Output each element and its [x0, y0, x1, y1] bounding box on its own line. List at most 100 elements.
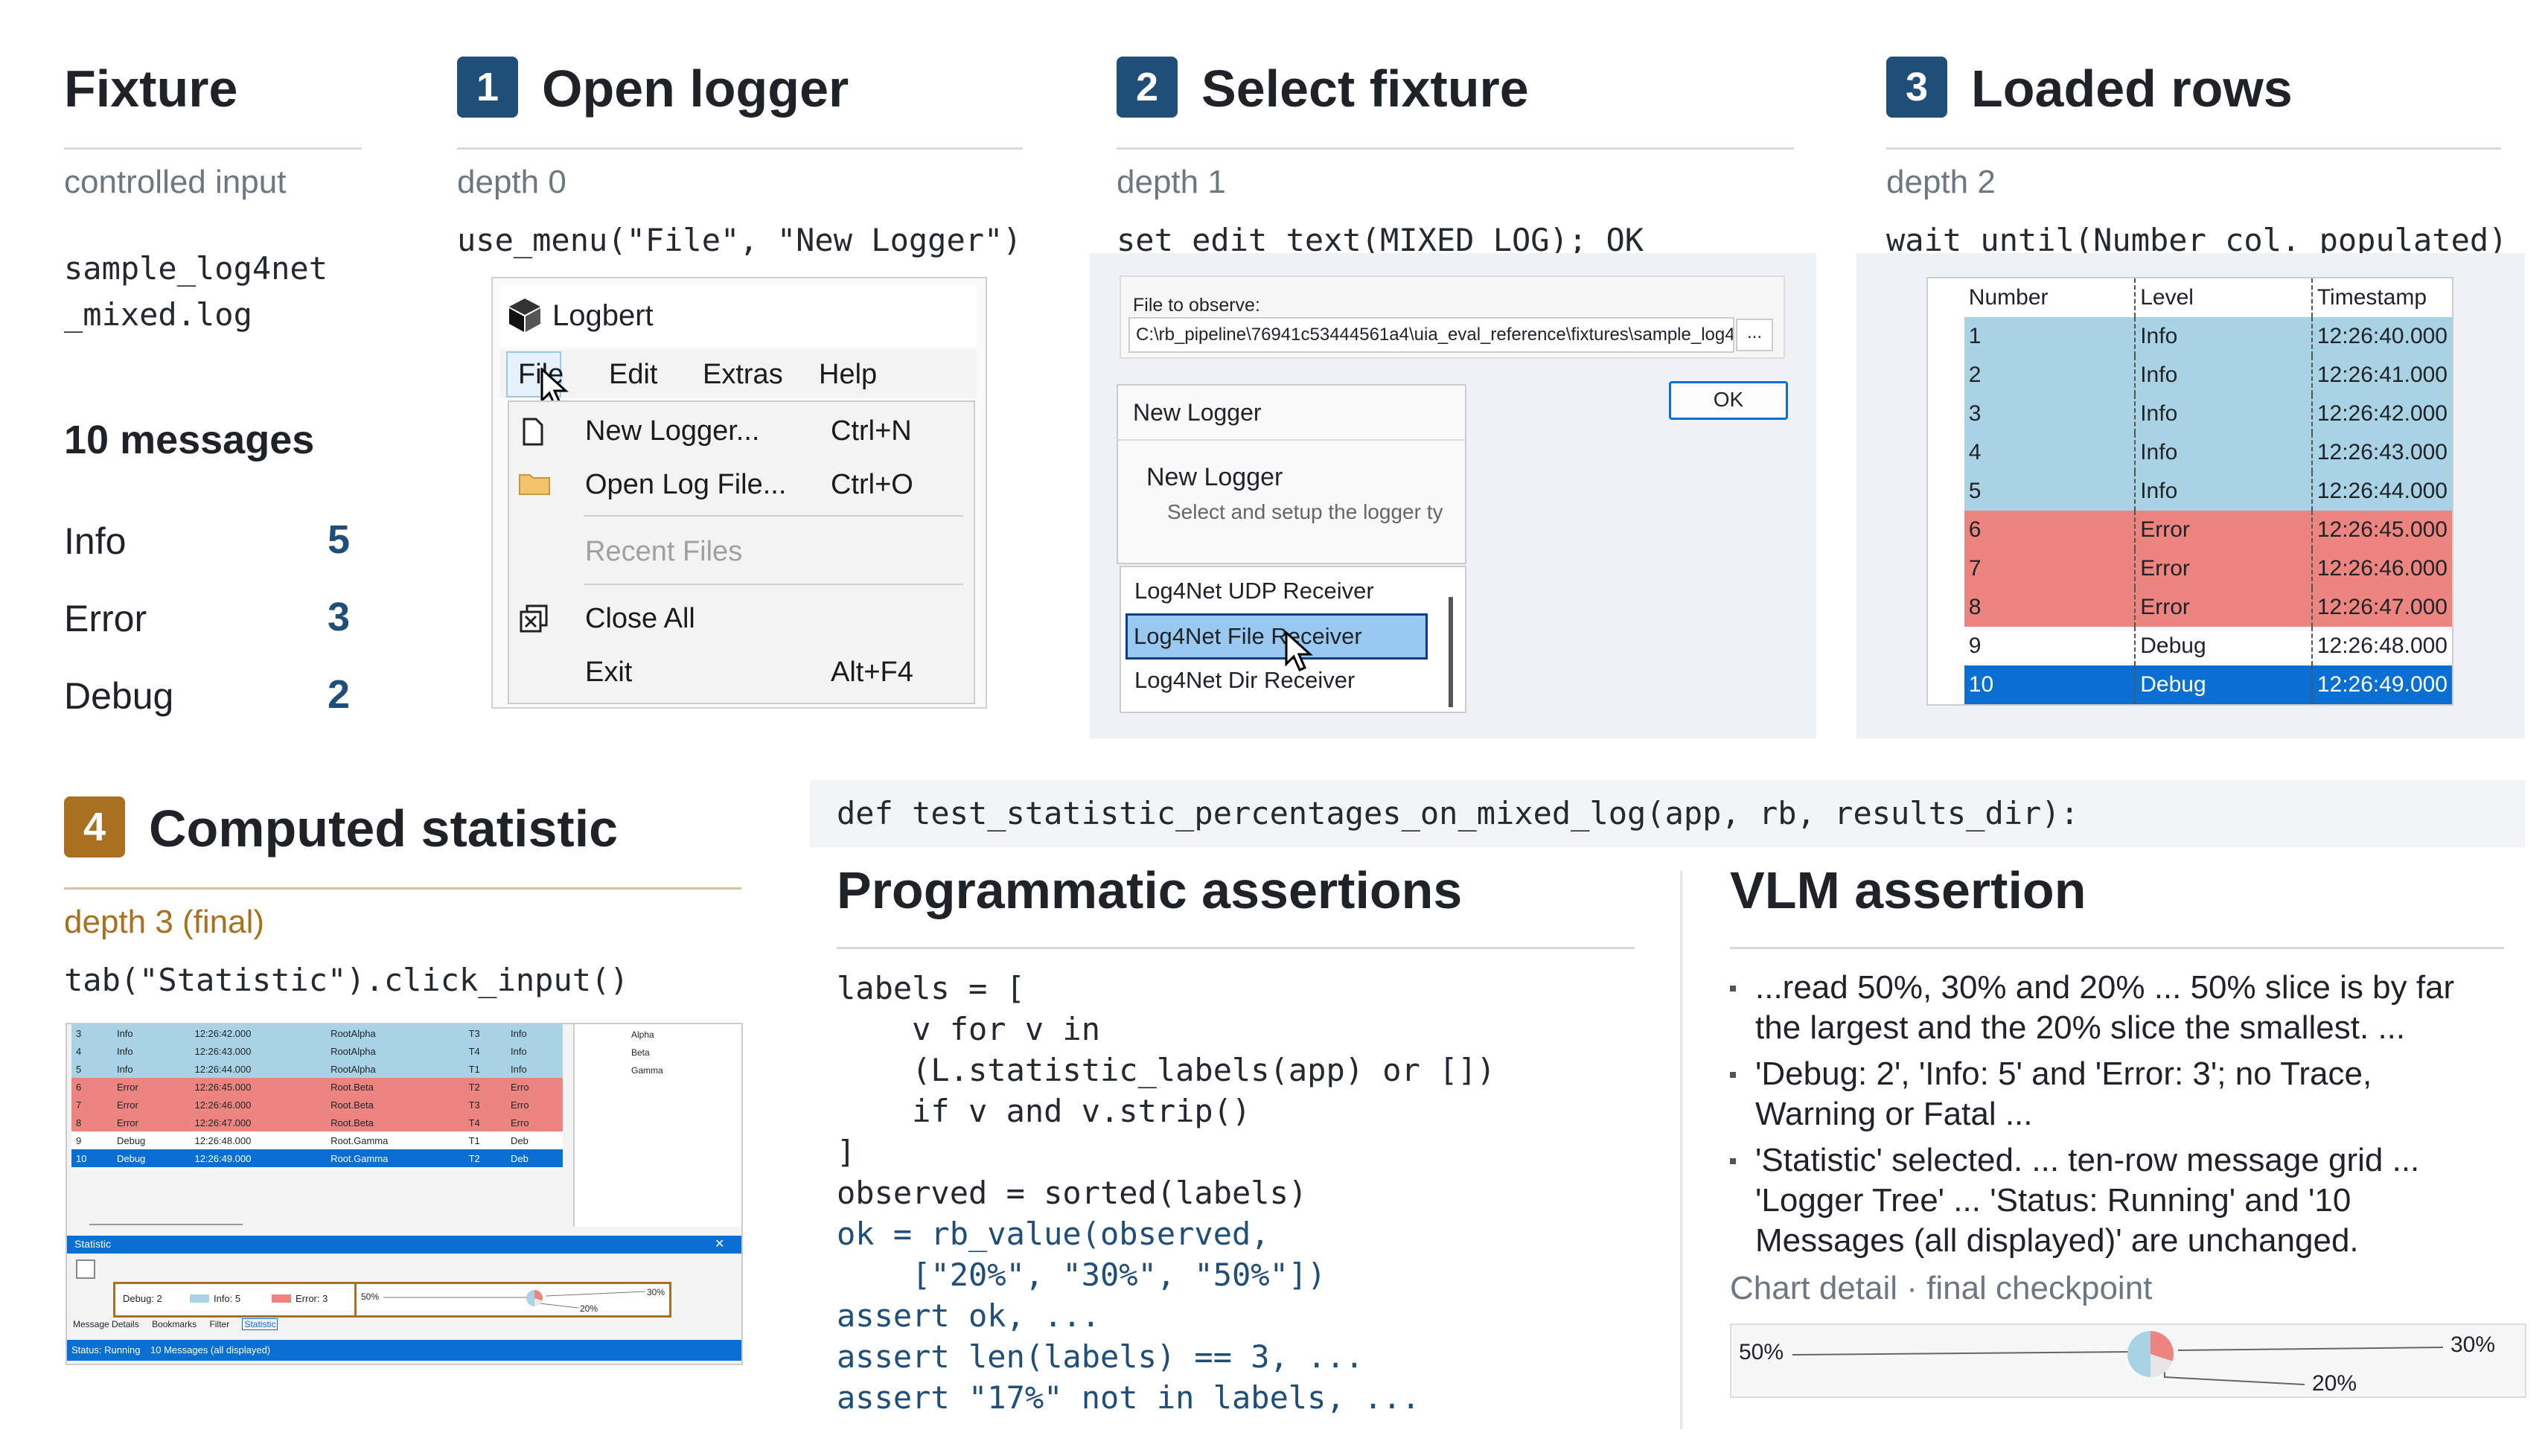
new-logger-dialog: New Logger New Logger Select and setup t… [1117, 384, 1466, 564]
statistic-toolbar-icon[interactable] [76, 1259, 95, 1279]
table-row[interactable]: 8 Error 12:26:47.000 Root.Beta T4 Erro [71, 1114, 563, 1131]
column-header-timestamp[interactable]: Timestamp [2312, 278, 2452, 317]
step4-title: Computed statistic [149, 799, 619, 858]
mini-cell: Debug [112, 1131, 191, 1149]
tab-statistic[interactable]: Statistic [242, 1318, 278, 1330]
table-row[interactable]: 4 Info 12:26:43.000 [1928, 433, 2452, 472]
tree-item-alpha[interactable]: Alpha [631, 1026, 663, 1044]
table-row[interactable]: 6 Error 12:26:45.000 Root.Beta T2 Erro [71, 1078, 563, 1096]
vlm-bullet-2-line-2: Warning or Fatal ... [1755, 1096, 2033, 1132]
dialog-divider [1118, 439, 1465, 441]
mini-cell: 12:26:42.000 [190, 1024, 327, 1042]
code-line: assert ok, ... [837, 1297, 1101, 1334]
table-row[interactable]: 6 Error 12:26:45.000 [1928, 511, 2452, 549]
mini-cell: RootAlpha [326, 1042, 464, 1060]
column-header-level[interactable]: Level [2135, 278, 2313, 317]
row-gutter [1928, 665, 1964, 704]
cell-timestamp: 12:26:40.000 [2311, 317, 2452, 356]
mini-cell: Deb [506, 1149, 563, 1167]
table-row[interactable]: 8 Error 12:26:47.000 [1928, 588, 2452, 627]
test-signature-bar: def test_statistic_percentages_on_mixed_… [810, 780, 2525, 847]
detail-label-20: 20% [2312, 1371, 2357, 1396]
mini-cell: Root.Gamma [326, 1131, 464, 1149]
step2-depth: depth 1 [1117, 164, 1226, 200]
row-gutter [1928, 395, 1964, 433]
mini-cell: 7 [71, 1096, 112, 1114]
cell-level: Info [2135, 317, 2313, 356]
row-gutter [1928, 472, 1964, 511]
receiver-dir[interactable]: Log4Net Dir Receiver [1134, 667, 1355, 694]
menu-extras[interactable]: Extras [703, 359, 783, 391]
receiver-udp[interactable]: Log4Net UDP Receiver [1134, 578, 1374, 604]
vlm-bullet-3: 'Statistic' selected. ... ten-row messag… [1729, 1140, 2419, 1261]
cell-number: 5 [1964, 472, 2136, 511]
browse-button[interactable]: ... [1736, 319, 1773, 351]
mini-cell: T3 [464, 1096, 507, 1114]
code-line: ["20%", "30%", "50%"]) [837, 1257, 1326, 1293]
tab-message-details[interactable]: Message Details [73, 1319, 139, 1329]
column-header-number[interactable]: Number [1964, 278, 2136, 317]
close-icon[interactable]: ✕ [715, 1236, 724, 1251]
fixture-filename-1: sample_log4net [64, 250, 328, 287]
cell-timestamp: 12:26:42.000 [2311, 395, 2452, 433]
new-logger-heading: New Logger [1146, 463, 1283, 491]
menu-help[interactable]: Help [819, 359, 877, 391]
table-row[interactable]: 7 Error 12:26:46.000 Root.Beta T3 Erro [71, 1096, 563, 1114]
mini-cell: 12:26:44.000 [190, 1060, 327, 1078]
statistic-panel-title: Statistic [74, 1238, 112, 1250]
status-messages: 10 Messages (all displayed) [150, 1344, 271, 1356]
table-row[interactable]: 1 Info 12:26:40.000 [1928, 317, 2452, 356]
menu-item-new-logger[interactable]: New Logger... [585, 415, 759, 447]
tab-bookmarks[interactable]: Bookmarks [152, 1319, 197, 1329]
code-line: if v and v.strip() [837, 1093, 1251, 1129]
table-row[interactable]: 10 Debug 12:26:49.000 [1928, 665, 2452, 704]
table-row[interactable]: 9 Debug 12:26:48.000 [1928, 627, 2452, 665]
table-row[interactable]: 7 Error 12:26:46.000 [1928, 549, 2452, 588]
step1-title: Open logger [542, 60, 849, 118]
detail-pie [2127, 1331, 2174, 1377]
mini-cell: Error [112, 1114, 191, 1131]
file-path-input[interactable]: C:\rb_pipeline\76941c53444561a4\uia_eval… [1128, 317, 1734, 353]
mini-cell: 10 [71, 1149, 112, 1167]
mini-cell: 3 [71, 1024, 112, 1042]
receiver-list-scrollbar[interactable] [1449, 597, 1453, 707]
row-gutter [1928, 317, 1964, 356]
mini-cell: T4 [464, 1114, 507, 1131]
ok-button[interactable]: OK [1669, 381, 1788, 420]
count-value-info: 5 [327, 517, 350, 562]
legend-swatch-info [190, 1294, 209, 1303]
table-row[interactable]: 3 Info 12:26:42.000 [1928, 395, 2452, 433]
tree-item-gamma[interactable]: Gamma [631, 1061, 663, 1079]
code-line: ok = rb_value(observed, [837, 1216, 1270, 1252]
mini-cell: Info [506, 1042, 563, 1060]
tree-item-beta[interactable]: Beta [631, 1044, 663, 1061]
grid-gutter [1928, 278, 1964, 317]
table-row[interactable]: 5 Info 12:26:44.000 [1928, 472, 2452, 511]
table-row[interactable]: 4 Info 12:26:43.000 RootAlpha T4 Info [71, 1042, 563, 1060]
mini-hscrollbar[interactable] [89, 1224, 243, 1225]
mini-cell: 5 [71, 1060, 112, 1078]
menu-item-close-all[interactable]: Close All [585, 603, 695, 635]
tab-filter[interactable]: Filter [209, 1319, 229, 1329]
menu-item-exit-shortcut: Alt+F4 [831, 657, 913, 688]
menu-separator [584, 584, 963, 585]
menu-edit[interactable]: Edit [609, 359, 657, 391]
table-row[interactable]: 3 Info 12:26:42.000 RootAlpha T3 Info [71, 1024, 563, 1042]
table-row[interactable]: 5 Info 12:26:44.000 RootAlpha T1 Info [71, 1060, 563, 1078]
menu-item-open-log-file[interactable]: Open Log File... [585, 469, 786, 501]
mini-cell: Info [112, 1060, 191, 1078]
table-row[interactable]: 10 Debug 12:26:49.000 Root.Gamma T2 Deb [71, 1149, 563, 1167]
receiver-file-selected[interactable]: Log4Net File Receiver [1125, 613, 1428, 660]
code-line: assert "17%" not in labels, ... [837, 1379, 1420, 1416]
menu-item-exit[interactable]: Exit [585, 657, 632, 689]
table-row[interactable]: 9 Debug 12:26:48.000 Root.Gamma T1 Deb [71, 1131, 563, 1149]
code-line: assert len(labels) == 3, ... [837, 1338, 1364, 1375]
cell-timestamp: 12:26:45.000 [2311, 511, 2452, 549]
statistic-tabs: Message Details Bookmarks Filter Statist… [73, 1318, 386, 1337]
table-row[interactable]: 2 Info 12:26:41.000 [1928, 356, 2452, 395]
folder-icon [519, 474, 550, 495]
menu-item-open-shortcut: Ctrl+O [831, 469, 913, 500]
vlm-bullet-3-line-2: 'Logger Tree' ... 'Status: Running' and … [1755, 1182, 2351, 1219]
cell-number: 3 [1964, 395, 2136, 433]
row-gutter [1928, 511, 1964, 549]
